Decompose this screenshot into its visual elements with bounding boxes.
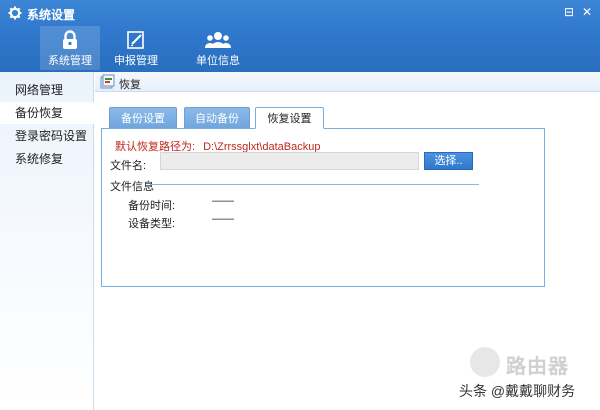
nav-unit-info[interactable]: 单位信息	[188, 26, 248, 70]
breadcrumb-label: 恢复	[119, 79, 141, 91]
backup-time-label: 备份时间:	[128, 200, 176, 212]
router-logo-icon	[470, 347, 500, 377]
window-title: 系统设置	[27, 8, 76, 22]
tab-backup-settings[interactable]: 备份设置	[109, 107, 177, 129]
sidebar-item-backup-restore[interactable]: 备份恢复	[0, 102, 94, 124]
title-bar: 系统设置 ⊟ ✕	[0, 0, 600, 26]
gear-icon	[8, 6, 22, 20]
edit-icon	[127, 31, 144, 49]
tab-auto-backup[interactable]: 自动备份	[184, 107, 250, 129]
breadcrumb: 恢复	[95, 72, 600, 92]
nav-system-management[interactable]: 系统管理	[40, 26, 100, 70]
file-name-label: 文件名:	[110, 160, 147, 172]
tab-restore-settings[interactable]: 恢复设置	[255, 107, 324, 129]
nav-label: 单位信息	[196, 55, 240, 67]
backup-time-value: ——	[212, 195, 234, 207]
top-band: 系统设置 ⊟ ✕ 系统管理 申报管理 单位信息	[0, 0, 600, 72]
sidebar-item-login-password[interactable]: 登录密码设置	[0, 125, 94, 147]
users-icon	[205, 32, 231, 48]
sidebar-item-network-management[interactable]: 网络管理	[0, 79, 94, 101]
nav-label: 系统管理	[48, 55, 92, 67]
maximize-button[interactable]: ⊟	[562, 5, 576, 19]
watermark-router: 路由器	[470, 347, 590, 378]
device-type-value: ——	[212, 213, 234, 225]
watermark-credit: 头条 @戴戴聊财务	[459, 383, 576, 399]
file-info-divider	[150, 184, 479, 185]
sidebar: 网络管理 备份恢复 登录密码设置 系统修复	[0, 72, 94, 410]
choose-file-button[interactable]: 选择..	[424, 152, 473, 170]
watermark-brand: 路由器	[506, 356, 569, 378]
sidebar-item-system-repair[interactable]: 系统修复	[0, 148, 94, 170]
nav-declaration-management[interactable]: 申报管理	[106, 26, 166, 70]
nav-label: 申报管理	[114, 55, 158, 67]
file-name-input[interactable]	[160, 152, 419, 170]
restore-icon	[100, 74, 115, 89]
file-info-label: 文件信息	[110, 181, 154, 193]
device-type-label: 设备类型:	[128, 218, 176, 230]
close-button[interactable]: ✕	[580, 5, 594, 19]
lock-icon	[63, 30, 77, 49]
